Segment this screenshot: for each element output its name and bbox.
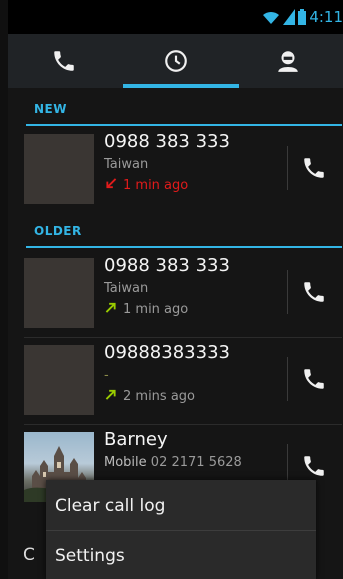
- contact-number-line: Mobile 02 2171 5628: [104, 455, 242, 470]
- call-back-button[interactable]: [294, 146, 334, 190]
- call-button-separator: [287, 357, 288, 401]
- call-back-button[interactable]: [294, 357, 334, 401]
- call-button-separator: [287, 270, 288, 314]
- number-type-label: Mobile: [104, 455, 147, 470]
- contact-number: 02 2171 5628: [150, 455, 242, 470]
- section-title-older: OLDER: [34, 224, 82, 238]
- status-icons: 4:11: [262, 8, 343, 26]
- signal-icon: [283, 9, 296, 25]
- call-location: Taiwan: [104, 281, 149, 296]
- menu-divider: [46, 530, 316, 531]
- outgoing-call-arrow-icon: [105, 389, 116, 400]
- menu-item-settings[interactable]: Settings: [46, 532, 316, 579]
- call-row[interactable]: 09888383333 - 2 mins ago: [8, 337, 343, 421]
- section-title-new: NEW: [34, 102, 67, 116]
- phone-icon: [304, 282, 324, 302]
- menu-item-label: Settings: [55, 546, 125, 566]
- call-number: 0988 383 333: [104, 255, 230, 276]
- call-row[interactable]: 0988 383 333 Taiwan 1 min ago: [8, 250, 343, 334]
- call-time: 1 min ago: [104, 302, 188, 317]
- battery-icon: [298, 9, 307, 25]
- tab-phone[interactable]: [8, 34, 120, 88]
- menu-item-label: Clear call log: [55, 496, 166, 516]
- contact-name: Barney: [104, 429, 168, 450]
- call-time-text: 2 mins ago: [123, 389, 195, 404]
- call-number: 09888383333: [104, 342, 230, 363]
- call-back-button[interactable]: [294, 270, 334, 314]
- call-button-separator: [287, 146, 288, 190]
- person-icon: [278, 51, 298, 72]
- phone-icon: [304, 369, 324, 389]
- status-bar: 4:11: [8, 0, 343, 34]
- overflow-menu: Clear call log Settings: [46, 480, 316, 579]
- call-time-text: 1 min ago: [123, 178, 189, 193]
- menu-item-clear-call-log[interactable]: Clear call log: [46, 482, 316, 530]
- phone-icon: [304, 456, 324, 476]
- call-time-text: 1 min ago: [123, 302, 189, 317]
- clock-icon: [165, 50, 187, 72]
- tab-contacts[interactable]: [232, 34, 343, 88]
- search-icon-peek: C: [23, 545, 35, 565]
- call-row[interactable]: 0988 383 333 Taiwan 1 min ago: [8, 126, 343, 210]
- call-location: Taiwan: [104, 157, 149, 172]
- phone-icon: [54, 51, 74, 71]
- contact-photo-placeholder[interactable]: [24, 258, 94, 328]
- call-number: 0988 383 333: [104, 131, 230, 152]
- phone-icon: [304, 158, 324, 178]
- call-time: 2 mins ago: [104, 389, 195, 404]
- call-log-screen: 4:11 NEW 0988 383 333 Taiwan 1 min ago O…: [8, 0, 343, 579]
- contact-photo-placeholder[interactable]: [24, 345, 94, 415]
- call-time: 1 min ago: [104, 178, 188, 193]
- status-time: 4:11: [309, 8, 343, 26]
- section-header-new: NEW: [26, 96, 342, 126]
- contact-photo-placeholder[interactable]: [24, 134, 94, 204]
- tab-call-log[interactable]: [120, 34, 232, 88]
- call-location: -: [104, 368, 109, 383]
- selected-tab-indicator: [123, 84, 239, 88]
- section-header-older: OLDER: [26, 218, 342, 248]
- wifi-icon: [263, 11, 280, 24]
- outgoing-call-arrow-icon: [105, 302, 116, 313]
- tab-bar: [8, 34, 343, 88]
- missed-call-arrow-icon: [106, 178, 117, 189]
